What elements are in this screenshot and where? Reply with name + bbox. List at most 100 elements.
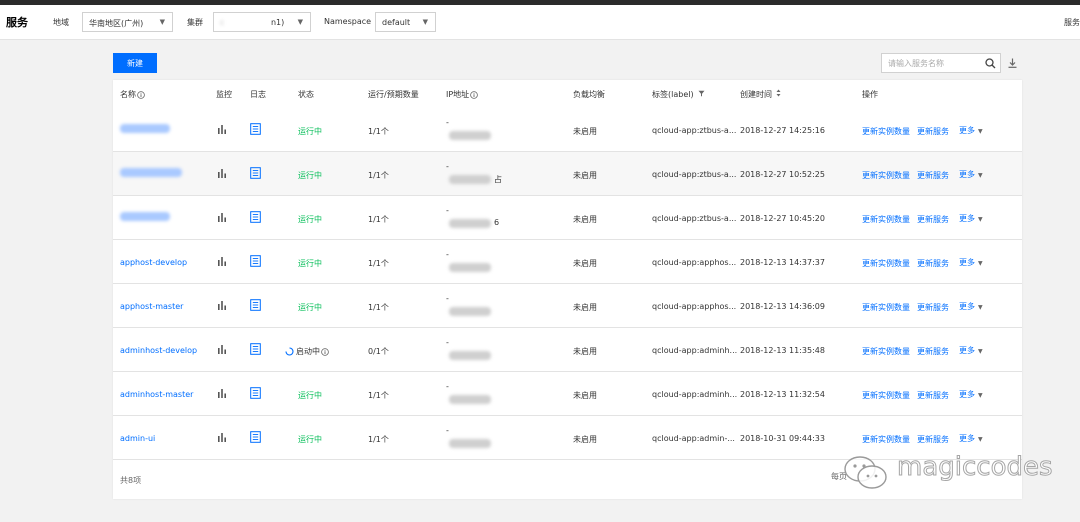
instance-count: 1/1个 <box>368 391 389 400</box>
download-icon[interactable] <box>1008 58 1017 70</box>
column-header-name: 名称 <box>120 89 145 101</box>
update-service-link[interactable]: 更新服务 <box>917 302 949 313</box>
column-header-status: 状态 <box>298 90 314 99</box>
update-instance-count-link[interactable]: 更新实例数量 <box>862 126 910 137</box>
update-instance-count-link[interactable]: 更新实例数量 <box>862 258 910 269</box>
log-document-icon[interactable] <box>250 123 261 137</box>
update-instance-count-link[interactable]: 更新实例数量 <box>862 214 910 225</box>
ip-address-suffix: 6 <box>494 218 500 227</box>
table-row[interactable]: apphost-develop 运行中 1/1个 - 未启用 qcloud-ap… <box>113 240 1022 284</box>
ip-dash: - <box>446 426 449 435</box>
update-instance-count-link[interactable]: 更新实例数量 <box>862 170 910 181</box>
monitor-chart-icon[interactable] <box>217 256 227 268</box>
new-button[interactable]: 新建 <box>113 53 157 73</box>
load-balancer-value: 未启用 <box>573 171 597 180</box>
monitor-chart-icon[interactable] <box>217 124 227 136</box>
log-document-icon[interactable] <box>250 431 261 445</box>
search-icon[interactable] <box>985 58 996 71</box>
chevron-down-icon: ▼ <box>159 18 165 26</box>
log-document-icon[interactable] <box>250 299 261 313</box>
service-name-redacted[interactable] <box>120 124 170 133</box>
update-service-link[interactable]: 更新服务 <box>917 214 949 225</box>
ip-address-redacted <box>449 395 491 404</box>
more-dropdown[interactable]: 更多 ▼ <box>959 301 983 312</box>
ip-dash: - <box>446 338 449 347</box>
created-time: 2018-10-31 09:44:33 <box>740 434 825 443</box>
header-right-text[interactable]: 服务 <box>1064 17 1080 28</box>
more-dropdown[interactable]: 更多 ▼ <box>959 169 983 180</box>
update-service-link[interactable]: 更新服务 <box>917 390 949 401</box>
namespace-select[interactable]: default ▼ <box>375 12 436 32</box>
sort-icon[interactable] <box>776 89 781 99</box>
log-document-icon[interactable] <box>250 167 261 181</box>
load-balancer-value: 未启用 <box>573 303 597 312</box>
filter-icon[interactable] <box>698 90 705 99</box>
search-input[interactable] <box>888 57 978 69</box>
table-row[interactable]: 运行中 1/1个 - 未启用 qcloud-app:ztbus-a... 201… <box>113 108 1022 152</box>
more-dropdown[interactable]: 更多 ▼ <box>959 213 983 224</box>
info-icon[interactable] <box>321 348 329 358</box>
log-document-icon[interactable] <box>250 387 261 401</box>
ip-address-redacted <box>449 219 491 228</box>
ip-address-redacted <box>449 131 491 140</box>
service-name-link[interactable]: apphost-develop <box>120 258 187 267</box>
monitor-chart-icon[interactable] <box>217 344 227 356</box>
update-instance-count-link[interactable]: 更新实例数量 <box>862 434 910 445</box>
status-cell: 启动中 <box>285 346 329 358</box>
column-header-label: 标签(label) <box>652 89 705 100</box>
log-document-icon[interactable] <box>250 211 261 225</box>
update-instance-count-link[interactable]: 更新实例数量 <box>862 390 910 401</box>
instance-count: 1/1个 <box>368 259 389 268</box>
column-header-created: 创建时间 <box>740 89 781 100</box>
monitor-chart-icon[interactable] <box>217 432 227 444</box>
column-header-monitor: 监控 <box>216 90 232 99</box>
update-instance-count-link[interactable]: 更新实例数量 <box>862 302 910 313</box>
service-name-redacted[interactable] <box>120 212 170 221</box>
update-service-link[interactable]: 更新服务 <box>917 434 949 445</box>
monitor-chart-icon[interactable] <box>217 212 227 224</box>
monitor-chart-icon[interactable] <box>217 300 227 312</box>
more-dropdown[interactable]: 更多 ▼ <box>959 345 983 356</box>
table-row[interactable]: adminhost-develop 启动中 0/1个 - 未启用 qcloud-… <box>113 328 1022 372</box>
chevron-down-icon: ▼ <box>297 18 303 26</box>
label-value: qcloud-app:adminh... <box>652 390 738 399</box>
chevron-down-icon: ▼ <box>978 392 983 399</box>
update-service-link[interactable]: 更新服务 <box>917 258 949 269</box>
service-name-redacted[interactable] <box>120 168 182 177</box>
more-dropdown[interactable]: 更多 ▼ <box>959 389 983 400</box>
service-name-link[interactable]: admin-ui <box>120 434 155 443</box>
service-name-link[interactable]: adminhost-develop <box>120 346 197 355</box>
update-instance-count-link[interactable]: 更新实例数量 <box>862 346 910 357</box>
region-value: 华南地区(广州) <box>89 19 144 28</box>
created-time: 2018-12-13 14:37:37 <box>740 258 825 267</box>
created-time: 2018-12-27 10:45:20 <box>740 214 825 223</box>
instance-count: 0/1个 <box>368 347 389 356</box>
service-name-link[interactable]: apphost-master <box>120 302 183 311</box>
table-row[interactable]: 运行中 1/1个 - 6 未启用 qcloud-app:ztbus-a... 2… <box>113 196 1022 240</box>
update-service-link[interactable]: 更新服务 <box>917 346 949 357</box>
update-service-link[interactable]: 更新服务 <box>917 126 949 137</box>
label-value: qcloud-app:apphos... <box>652 258 737 267</box>
table-row[interactable]: apphost-master 运行中 1/1个 - 未启用 qcloud-app… <box>113 284 1022 328</box>
log-document-icon[interactable] <box>250 255 261 269</box>
load-balancer-value: 未启用 <box>573 215 597 224</box>
table-row[interactable]: adminhost-master 运行中 1/1个 - 未启用 qcloud-a… <box>113 372 1022 416</box>
info-icon[interactable] <box>470 91 478 101</box>
status-text: 运行中 <box>298 435 322 444</box>
service-name-link[interactable]: adminhost-master <box>120 390 193 399</box>
info-icon[interactable] <box>137 91 145 101</box>
update-service-link[interactable]: 更新服务 <box>917 170 949 181</box>
page-title: 服务 <box>6 16 28 29</box>
cluster-select[interactable]: c n1) ▼ <box>213 12 311 32</box>
namespace-label: Namespace <box>324 17 372 26</box>
table-row[interactable]: 运行中 1/1个 - 占 未启用 qcloud-app:ztbus-a... 2… <box>113 152 1022 196</box>
monitor-chart-icon[interactable] <box>217 388 227 400</box>
more-dropdown[interactable]: 更多 ▼ <box>959 433 983 444</box>
region-select[interactable]: 华南地区(广州) ▼ <box>82 12 173 32</box>
log-document-icon[interactable] <box>250 343 261 357</box>
label-value: qcloud-app:apphos... <box>652 302 737 311</box>
monitor-chart-icon[interactable] <box>217 168 227 180</box>
more-dropdown[interactable]: 更多 ▼ <box>959 125 983 136</box>
more-dropdown[interactable]: 更多 ▼ <box>959 257 983 268</box>
load-balancer-value: 未启用 <box>573 259 597 268</box>
